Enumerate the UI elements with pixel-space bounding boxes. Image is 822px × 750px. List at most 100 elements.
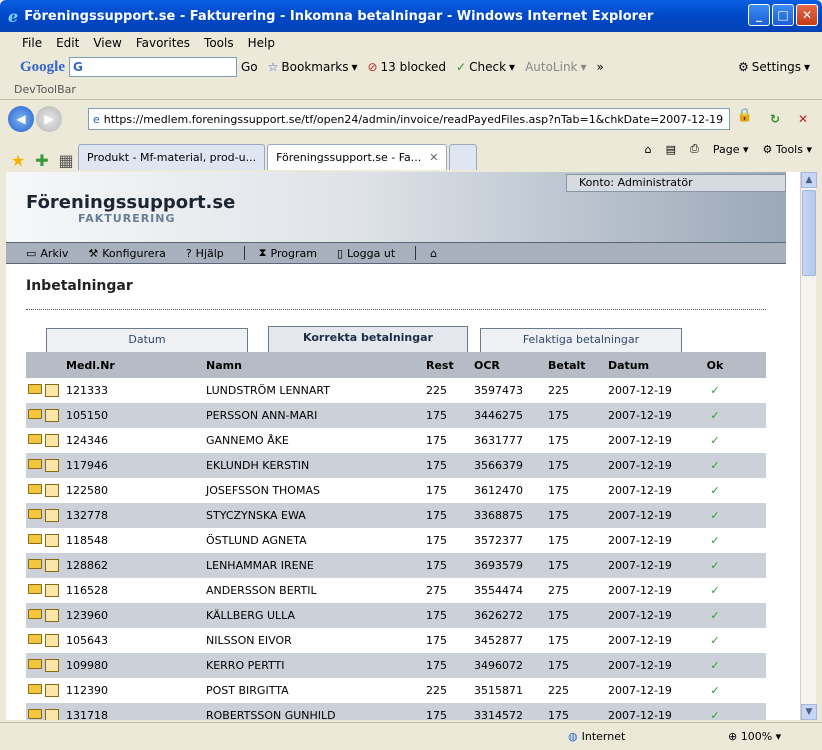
address-bar[interactable]: e https://medlem.foreningssupport.se/tf/… <box>88 108 730 130</box>
stop-button[interactable]: ✕ <box>792 108 814 130</box>
tab-felaktiga-betalningar[interactable]: Felaktiga betalningar <box>480 328 682 352</box>
cell-betalt: 175 <box>548 559 569 572</box>
tab-korrekta-betalningar[interactable]: Korrekta betalningar <box>268 326 468 352</box>
open-folder-icon[interactable] <box>28 484 42 494</box>
back-button[interactable]: ◀ <box>8 106 34 132</box>
vertical-scrollbar[interactable]: ▲ ▼ <box>800 172 817 720</box>
close-button[interactable]: ✕ <box>796 4 818 26</box>
lock-icon[interactable]: 🔒 <box>734 108 756 130</box>
zoom-control[interactable]: ⊕ 100% ▾ <box>728 730 781 743</box>
open-folder-icon[interactable] <box>28 609 42 619</box>
home-icon[interactable]: ⌂ <box>645 143 652 156</box>
cell-rest: 175 <box>426 534 447 547</box>
quick-tabs-icon[interactable]: ▦ <box>54 151 78 170</box>
nav-arkiv[interactable]: ▭ Arkiv <box>26 247 68 260</box>
folder-icon[interactable] <box>45 684 59 697</box>
open-folder-icon[interactable] <box>28 409 42 419</box>
folder-icon[interactable] <box>45 434 59 447</box>
col-ocr[interactable]: OCR <box>474 359 548 372</box>
spellcheck-menu[interactable]: ✓ Check ▾ <box>456 60 515 74</box>
cell-betalt: 175 <box>548 509 569 522</box>
menu-favorites[interactable]: Favorites <box>136 36 190 50</box>
open-folder-icon[interactable] <box>28 384 42 394</box>
browser-tabs-row: ★ ✚ ▦ Produkt - Mf-material, prod-u... F… <box>0 138 822 170</box>
page-menu[interactable]: Page ▾ <box>713 143 749 156</box>
divider <box>26 309 766 310</box>
dev-toolbar[interactable]: DevToolBar <box>0 80 822 100</box>
new-tab-button[interactable] <box>449 144 478 170</box>
nav-program[interactable]: ⧗ Program <box>259 246 317 260</box>
ok-check-icon: ✓ <box>710 584 720 597</box>
folder-icon[interactable] <box>45 559 59 572</box>
open-folder-icon[interactable] <box>28 684 42 694</box>
menu-view[interactable]: View <box>93 36 121 50</box>
open-folder-icon[interactable] <box>28 584 42 594</box>
open-folder-icon[interactable] <box>28 559 42 569</box>
popup-blocker[interactable]: ⊘ 13 blocked <box>367 60 446 74</box>
open-folder-icon[interactable] <box>28 709 42 719</box>
feeds-icon[interactable]: ▤ <box>666 143 676 156</box>
open-folder-icon[interactable] <box>28 459 42 469</box>
scroll-thumb[interactable] <box>802 190 816 276</box>
refresh-button[interactable]: ↻ <box>764 108 786 130</box>
nav-home[interactable]: ⌂ <box>430 247 437 260</box>
security-zone[interactable]: ◍ Internet <box>568 730 625 743</box>
add-favorite-icon[interactable]: ✚ <box>30 151 54 170</box>
autolink-menu[interactable]: AutoLink ▾ <box>525 60 586 74</box>
folder-icon[interactable] <box>45 384 59 397</box>
folder-icon[interactable] <box>45 609 59 622</box>
cell-medlnr: 131718 <box>66 709 108 720</box>
tab-datum[interactable]: Datum <box>46 328 248 352</box>
nav-hjalp[interactable]: ? Hjälp <box>186 247 224 260</box>
settings-menu[interactable]: ⚙ Settings ▾ <box>738 60 810 74</box>
folder-icon[interactable] <box>45 534 59 547</box>
open-folder-icon[interactable] <box>28 509 42 519</box>
col-datum[interactable]: Datum <box>608 359 704 372</box>
folder-icon[interactable] <box>45 409 59 422</box>
minimize-button[interactable]: _ <box>748 4 770 26</box>
menu-edit[interactable]: Edit <box>56 36 79 50</box>
open-folder-icon[interactable] <box>28 434 42 444</box>
col-namn[interactable]: Namn <box>206 359 426 372</box>
maximize-button[interactable]: □ <box>772 4 794 26</box>
folder-icon[interactable] <box>45 584 59 597</box>
col-medlnr[interactable]: Medl.Nr <box>26 359 206 372</box>
favorites-star-icon[interactable]: ★ <box>6 151 30 170</box>
scroll-down-button[interactable]: ▼ <box>801 704 817 720</box>
nav-logga-ut-label: Logga ut <box>347 246 396 260</box>
forward-button[interactable]: ▶ <box>36 106 62 132</box>
open-folder-icon[interactable] <box>28 634 42 644</box>
col-rest[interactable]: Rest <box>426 359 474 372</box>
browser-tab-produkt[interactable]: Produkt - Mf-material, prod-u... <box>78 144 266 170</box>
col-betalt[interactable]: Betalt <box>548 359 608 372</box>
folder-icon[interactable] <box>45 484 59 497</box>
folder-icon[interactable] <box>45 709 59 720</box>
table-row: 118548 ÖSTLUND AGNETA 175 3572377 175 2007-12… <box>26 528 766 553</box>
toolbar-more-button[interactable]: » <box>597 60 604 74</box>
menu-help[interactable]: Help <box>248 36 275 50</box>
menu-file[interactable]: File <box>22 36 42 50</box>
cell-rest: 175 <box>426 484 447 497</box>
print-icon[interactable]: ⎙ <box>690 142 699 156</box>
cell-betalt: 175 <box>548 459 569 472</box>
cell-betalt: 225 <box>548 384 569 397</box>
folder-icon[interactable] <box>45 634 59 647</box>
folder-icon[interactable] <box>45 509 59 522</box>
scroll-up-button[interactable]: ▲ <box>801 172 817 188</box>
open-folder-icon[interactable] <box>28 534 42 544</box>
app-tabs: Datum Korrekta betalningar Felaktiga bet… <box>46 326 786 352</box>
google-search-input[interactable]: G <box>69 57 237 77</box>
tab-close-icon[interactable]: ✕ <box>429 151 438 164</box>
folder-icon[interactable] <box>45 659 59 672</box>
tools-menu[interactable]: ⚙ Tools ▾ <box>763 143 813 156</box>
google-go-button[interactable]: Go <box>241 60 258 74</box>
help-icon: ? <box>185 246 192 260</box>
folder-icon[interactable] <box>45 459 59 472</box>
nav-konfigurera[interactable]: ⚒ Konfigurera <box>88 247 165 260</box>
browser-tab-foreningssupport[interactable]: Föreningssupport.se - Fa... ✕ <box>267 144 448 170</box>
bookmarks-menu[interactable]: ☆ Bookmarks ▾ <box>268 60 358 74</box>
nav-logga-ut[interactable]: ▯ Logga ut <box>337 247 395 260</box>
menu-tools[interactable]: Tools <box>204 36 234 50</box>
cell-betalt: 175 <box>548 434 569 447</box>
open-folder-icon[interactable] <box>28 659 42 669</box>
